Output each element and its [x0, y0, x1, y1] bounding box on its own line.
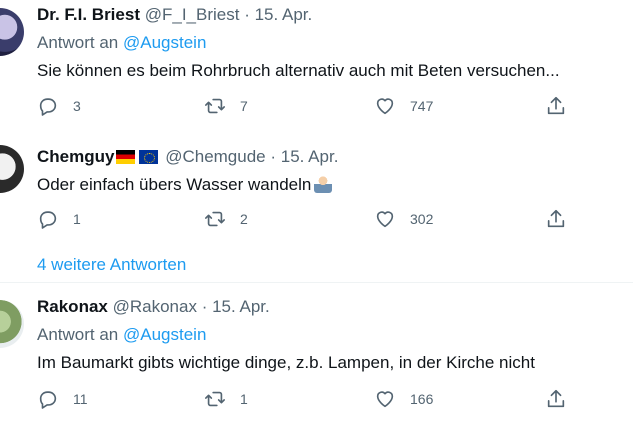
share-icon [547, 209, 565, 228]
like-button[interactable]: 302 [374, 208, 433, 230]
author-name[interactable]: Chemguy [37, 147, 114, 166]
reply-icon [39, 98, 57, 116]
person-emoji-icon [314, 175, 333, 193]
reply-count: 3 [73, 98, 81, 114]
tweet-date[interactable]: · 15. Apr. [244, 5, 312, 24]
like-button[interactable]: 747 [374, 95, 433, 117]
reply-button[interactable]: 3 [37, 95, 81, 117]
reply-count: 1 [73, 211, 81, 227]
eu-flag-icon [139, 150, 159, 164]
like-button[interactable]: 166 [374, 388, 433, 410]
reply-button[interactable]: 1 [37, 208, 81, 230]
like-count: 302 [410, 211, 434, 227]
reply-icon [39, 391, 57, 409]
reply-prefix: Antwort an [37, 33, 119, 52]
reply-context: Antwort an @Augstein [37, 325, 206, 345]
tweet-text: Sie können es beim Rohrbruch alternativ … [37, 61, 560, 80]
like-count: 166 [410, 391, 434, 407]
like-count: 747 [410, 98, 434, 114]
reply-button[interactable]: 11 [37, 388, 88, 410]
share-button[interactable] [545, 388, 567, 410]
retweet-icon [205, 391, 225, 407]
retweet-button[interactable]: 2 [204, 208, 248, 230]
avatar[interactable] [0, 145, 24, 193]
tweet-actions: 1 2 302 [37, 208, 597, 232]
tweet-actions: 3 7 747 [37, 95, 597, 119]
author-name[interactable]: Rakonax [37, 297, 108, 316]
author-handle[interactable]: @Rakonax [113, 297, 197, 316]
share-icon [547, 96, 565, 115]
tweet-text: Oder einfach übers Wasser wandeln [37, 175, 333, 195]
retweet-button[interactable]: 7 [204, 95, 248, 117]
reply-count: 11 [73, 391, 88, 407]
reply-prefix: Antwort an [37, 325, 119, 344]
tweet-date[interactable]: · 15. Apr. [202, 297, 270, 316]
heart-icon [376, 98, 394, 115]
show-more-replies-link[interactable]: 4 weitere Antworten [37, 255, 186, 275]
avatar[interactable] [0, 300, 24, 348]
tweet-date[interactable]: · 15. Apr. [270, 147, 338, 166]
reply-icon [39, 211, 57, 229]
tweet-text-content: Oder einfach übers Wasser wandeln [37, 175, 312, 194]
share-button[interactable] [545, 95, 567, 117]
heart-icon [376, 391, 394, 408]
retweet-icon [205, 98, 225, 114]
reply-mention-link[interactable]: @Augstein [123, 33, 206, 52]
heart-icon [376, 211, 394, 228]
author-name[interactable]: Dr. F.I. Briest [37, 5, 140, 24]
german-flag-icon [116, 150, 136, 164]
author-handle[interactable]: @F_I_Briest [145, 5, 240, 24]
tweet-header: Rakonax @Rakonax · 15. Apr. [37, 297, 270, 317]
avatar[interactable] [0, 8, 24, 56]
retweet-icon [205, 211, 225, 227]
author-flags [116, 149, 159, 169]
tweet-actions: 11 1 166 [37, 388, 597, 412]
tweet-header: Chemguy @Chemgude · 15. Apr. [37, 147, 338, 169]
retweet-count: 7 [240, 98, 248, 114]
share-button[interactable] [545, 208, 567, 230]
retweet-count: 2 [240, 211, 248, 227]
retweet-count: 1 [240, 391, 248, 407]
retweet-button[interactable]: 1 [204, 388, 248, 410]
reply-mention-link[interactable]: @Augstein [123, 325, 206, 344]
tweet-header: Dr. F.I. Briest @F_I_Briest · 15. Apr. [37, 5, 312, 25]
author-handle[interactable]: @Chemgude [165, 147, 265, 166]
reply-context: Antwort an @Augstein [37, 33, 206, 53]
divider [0, 282, 633, 283]
tweet-text: Im Baumarkt gibts wichtige dinge, z.b. L… [37, 353, 535, 372]
share-icon [547, 389, 565, 408]
